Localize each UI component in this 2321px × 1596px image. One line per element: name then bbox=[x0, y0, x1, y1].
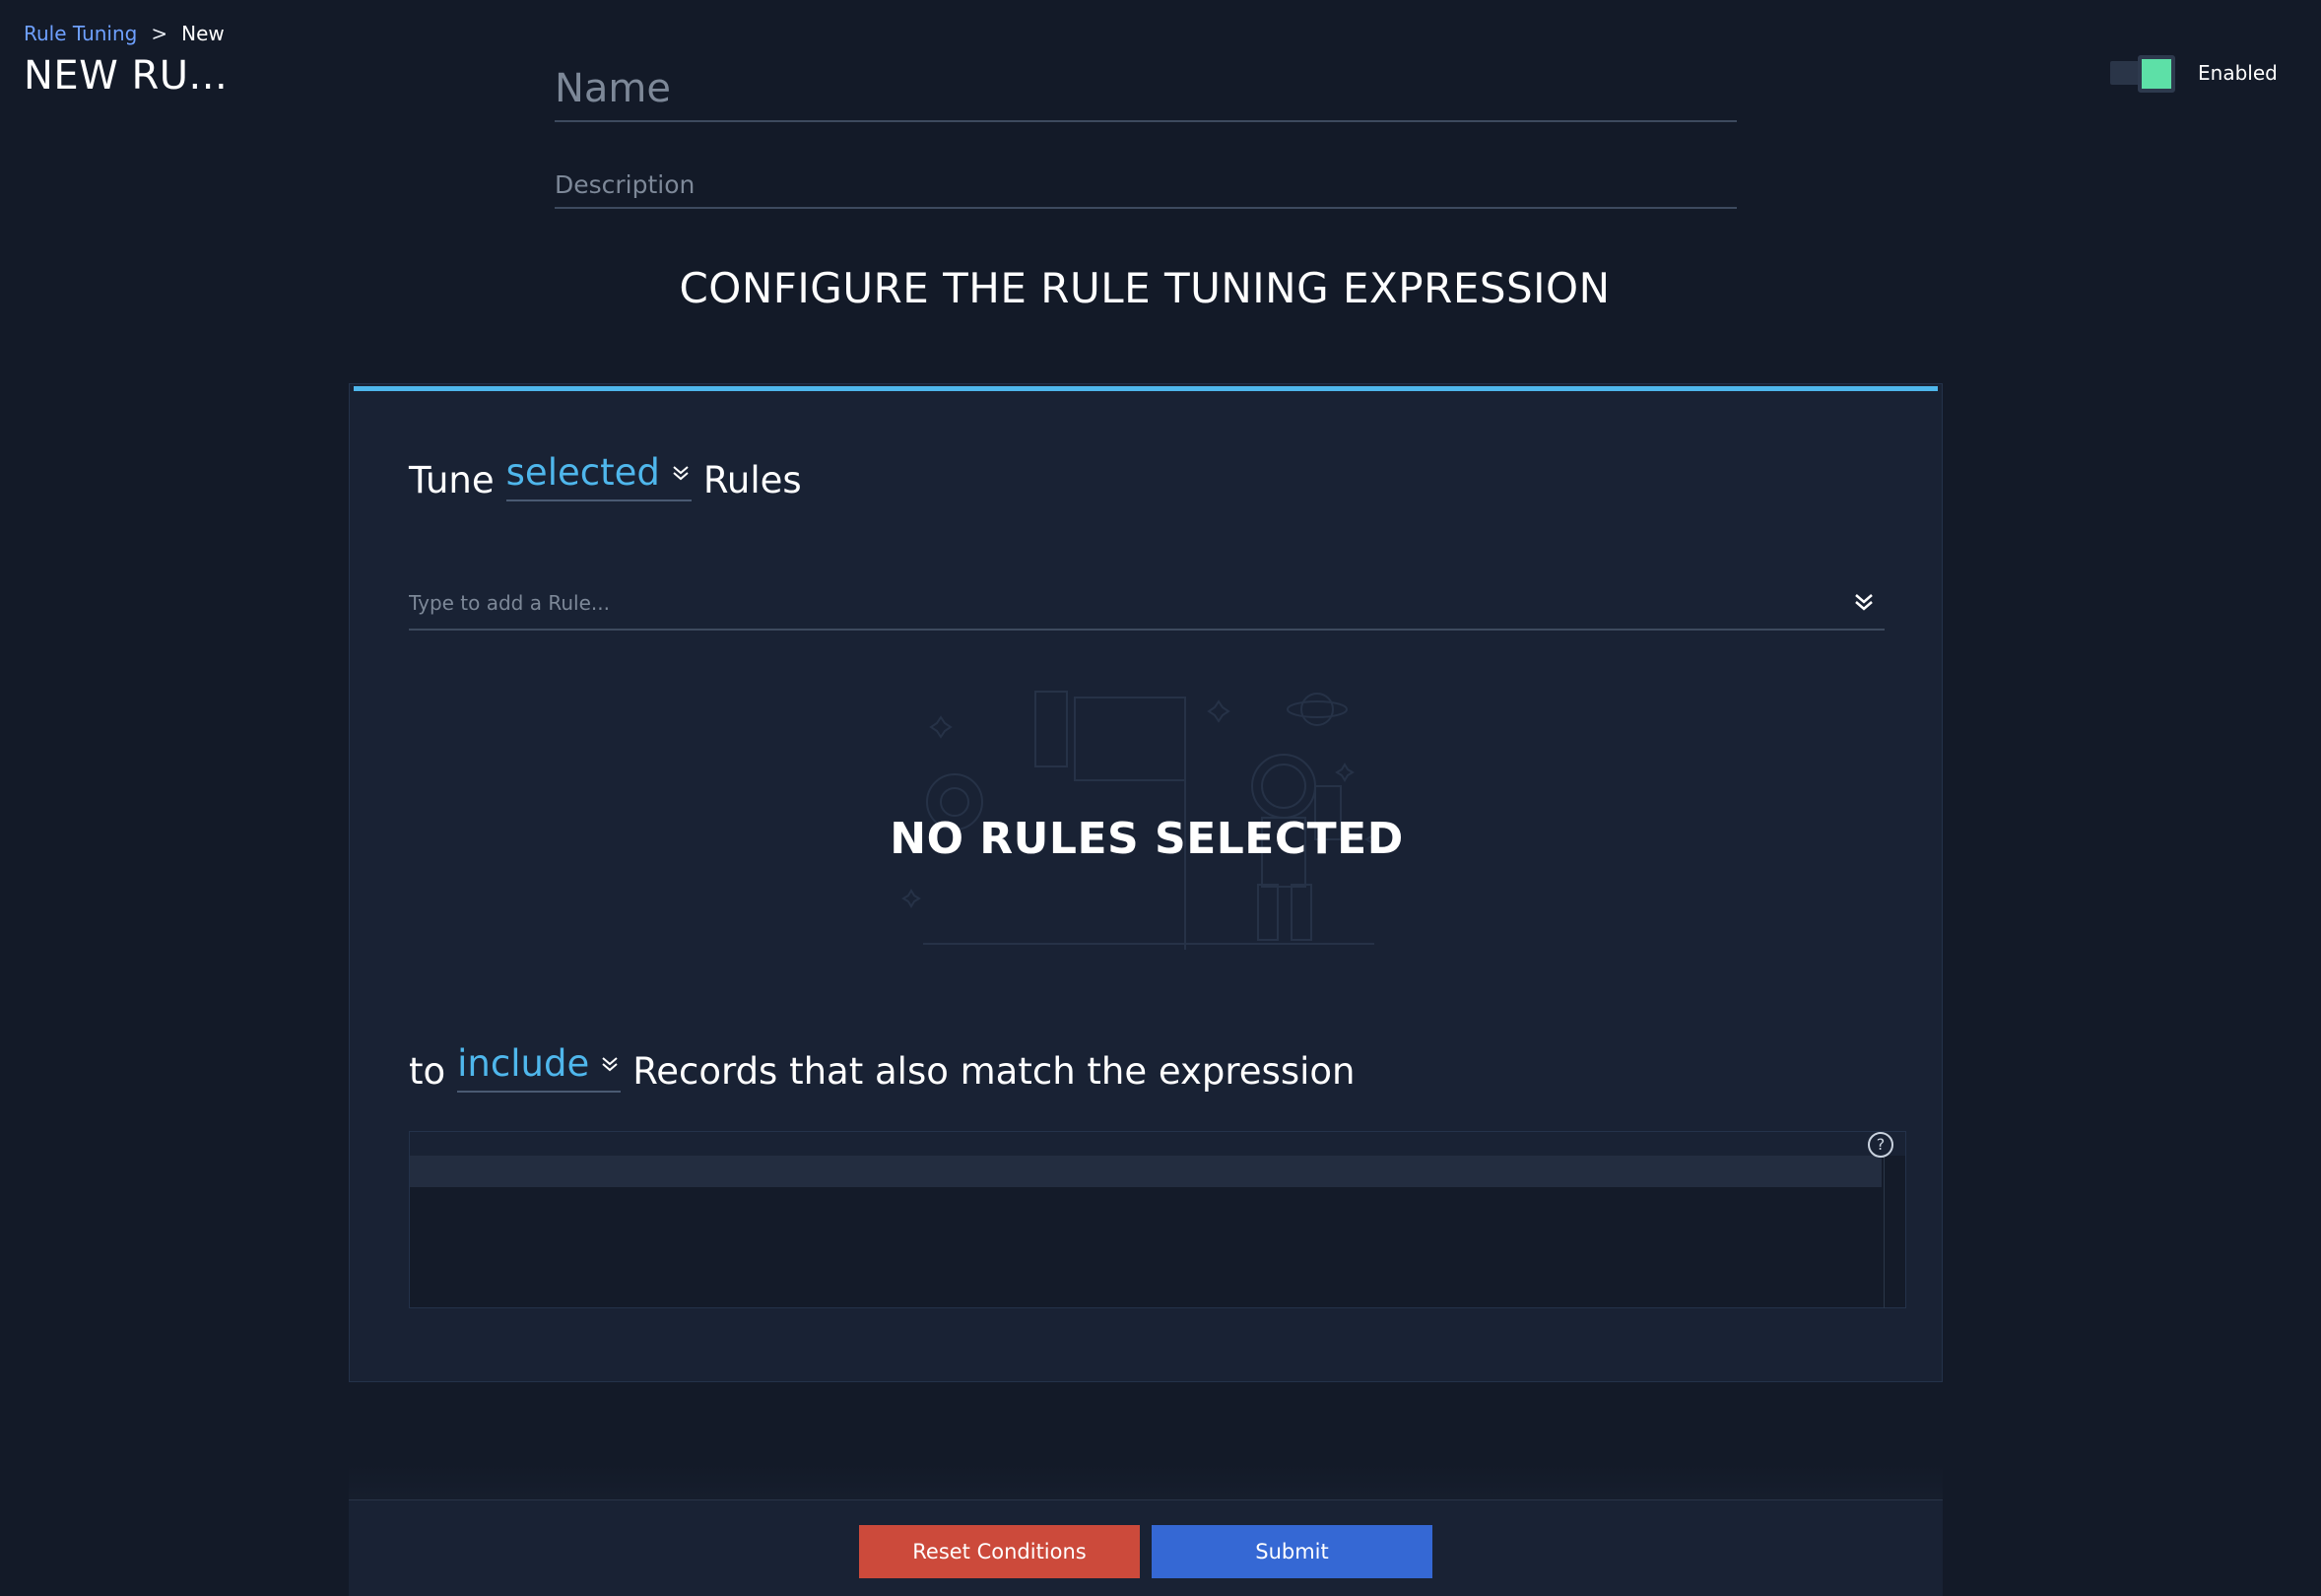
name-field bbox=[555, 59, 1737, 122]
enabled-toggle[interactable] bbox=[2110, 55, 2175, 93]
include-row: to include Records that also match the e… bbox=[409, 1042, 1366, 1093]
expression-panel: Tune selected Rules Type to add a Rule..… bbox=[349, 383, 1943, 1382]
submit-button[interactable]: Submit bbox=[1152, 1525, 1432, 1578]
chevron-down-icon bbox=[673, 465, 689, 480]
breadcrumb-separator: > bbox=[151, 22, 168, 45]
editor-toolbar bbox=[410, 1132, 1905, 1156]
editor-active-line[interactable] bbox=[410, 1156, 1882, 1187]
tune-row: Tune selected Rules bbox=[409, 451, 814, 501]
chevron-down-icon[interactable] bbox=[1851, 589, 1877, 615]
empty-state-text: NO RULES SELECTED bbox=[890, 814, 1404, 864]
tune-suffix: Rules bbox=[702, 459, 802, 501]
tune-scope-select[interactable]: selected bbox=[505, 451, 692, 501]
chevron-down-icon bbox=[602, 1056, 618, 1071]
include-mode-value: include bbox=[457, 1042, 590, 1085]
breadcrumb-current: New bbox=[181, 22, 225, 45]
page-title: NEW RU... bbox=[24, 53, 229, 99]
tune-scope-value: selected bbox=[505, 451, 660, 494]
include-prefix: to bbox=[409, 1050, 446, 1093]
description-input[interactable] bbox=[555, 162, 1737, 207]
include-mode-select[interactable]: include bbox=[457, 1042, 622, 1093]
editor-scrollbar[interactable] bbox=[1884, 1156, 1905, 1308]
name-input[interactable] bbox=[555, 59, 1737, 118]
action-footer: Reset Conditions Submit bbox=[349, 1499, 1943, 1596]
include-suffix: Records that also match the expression bbox=[632, 1050, 1356, 1093]
breadcrumb: Rule Tuning > New bbox=[24, 22, 225, 45]
panel-accent-bar bbox=[354, 386, 1938, 391]
description-field bbox=[555, 162, 1737, 209]
toggle-label: Enabled bbox=[2198, 61, 2278, 85]
rule-search-field bbox=[409, 579, 1885, 631]
rule-search-input[interactable] bbox=[409, 579, 1827, 627]
tune-prefix: Tune bbox=[409, 459, 495, 501]
toggle-knob[interactable] bbox=[2138, 55, 2175, 93]
footer-fade bbox=[349, 1464, 1943, 1499]
expression-editor[interactable]: ? bbox=[409, 1131, 1906, 1308]
help-icon[interactable]: ? bbox=[1868, 1132, 1893, 1158]
reset-conditions-button[interactable]: Reset Conditions bbox=[859, 1525, 1140, 1578]
breadcrumb-link-rule-tuning[interactable]: Rule Tuning bbox=[24, 22, 137, 45]
toggle-track[interactable] bbox=[2110, 55, 2175, 93]
section-title: CONFIGURE THE RULE TUNING EXPRESSION bbox=[679, 264, 1611, 312]
